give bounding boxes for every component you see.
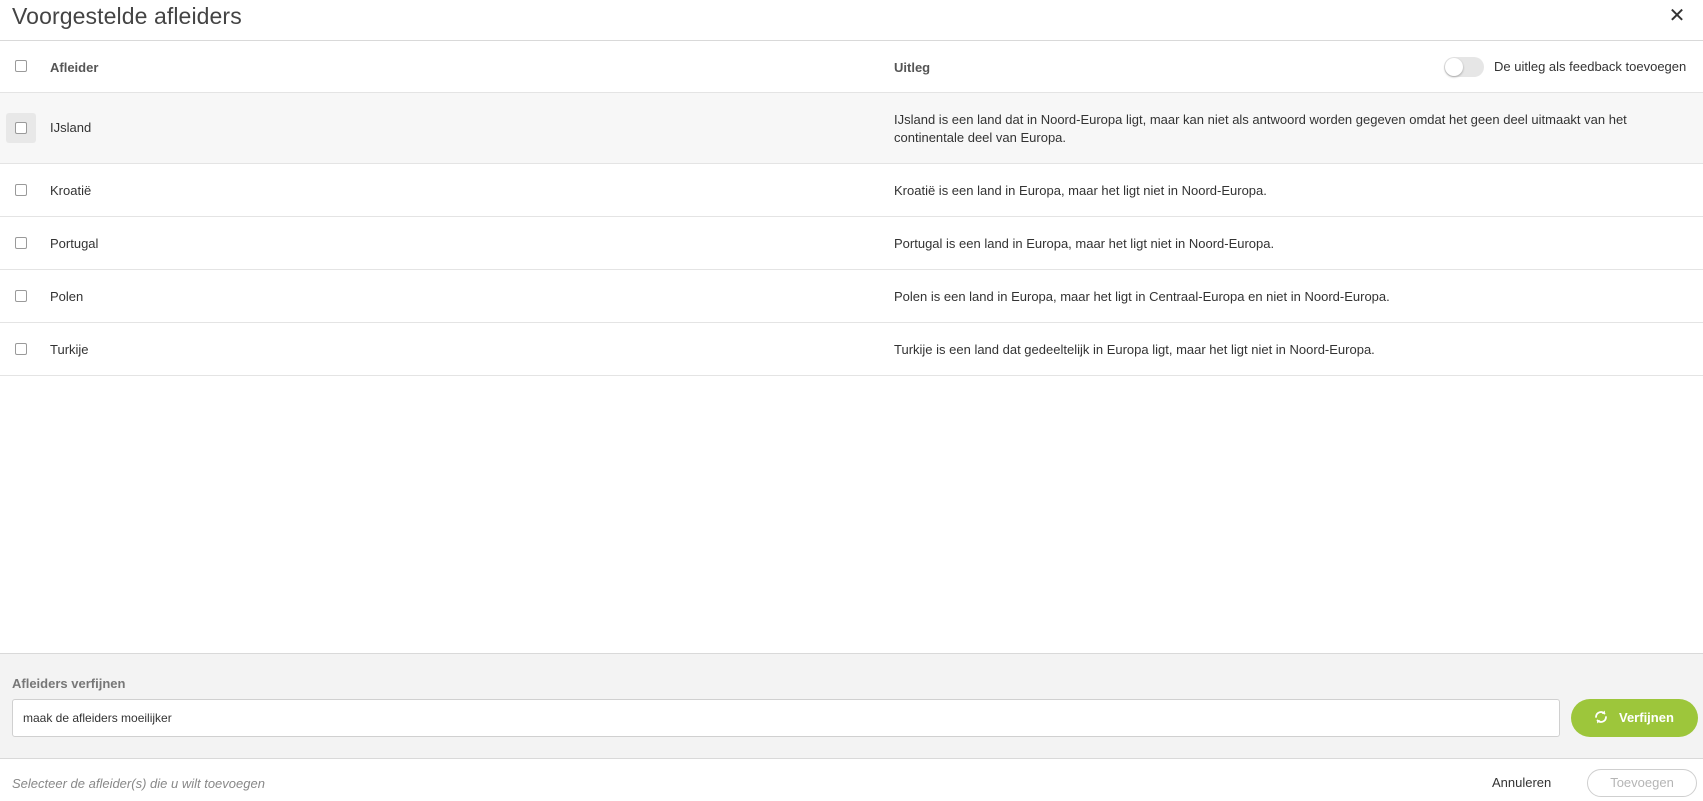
- dialog-title: Voorgestelde afleiders: [12, 3, 242, 29]
- refine-button[interactable]: Verfijnen: [1571, 699, 1698, 737]
- refine-button-label: Verfijnen: [1619, 710, 1674, 725]
- row-checkbox[interactable]: [6, 228, 36, 258]
- distractor-name: Portugal: [50, 236, 99, 251]
- dialog-footer: Selecteer de afleider(s) die u wilt toev…: [0, 758, 1703, 801]
- checkbox-box: [15, 237, 27, 249]
- table-row[interactable]: IJsland IJsland is een land dat in Noord…: [0, 93, 1703, 164]
- distractor-name: Turkije: [50, 342, 89, 357]
- toggle-knob: [1445, 58, 1463, 76]
- distractor-explanation: Portugal is een land in Europa, maar het…: [894, 236, 1275, 251]
- distractor-explanation: Kroatië is een land in Europa, maar het …: [894, 183, 1267, 198]
- distractor-explanation: IJsland is een land dat in Noord-Europa …: [894, 112, 1627, 145]
- row-checkbox[interactable]: [6, 334, 36, 364]
- table-row[interactable]: Portugal Portugal is een land in Europa,…: [0, 217, 1703, 270]
- feedback-toggle[interactable]: [1444, 57, 1484, 77]
- distractor-name: Polen: [50, 289, 84, 304]
- checkbox-box: [15, 122, 27, 134]
- refine-panel: Afleiders verfijnen Verfijnen: [0, 653, 1703, 758]
- distractor-name: Kroatië: [50, 183, 92, 198]
- refine-input[interactable]: [12, 699, 1560, 737]
- checkbox-box: [15, 290, 27, 302]
- checkbox-box: [15, 184, 27, 196]
- row-checkbox[interactable]: [6, 113, 36, 143]
- table-row[interactable]: Turkije Turkije is een land dat gedeelte…: [0, 323, 1703, 376]
- select-all-checkbox[interactable]: [15, 60, 27, 72]
- table-row[interactable]: Kroatië Kroatië is een land in Europa, m…: [0, 164, 1703, 217]
- checkbox-box: [15, 343, 27, 355]
- column-header-explanation: Uitleg: [894, 60, 931, 75]
- distractor-explanation: Polen is een land in Europa, maar het li…: [894, 289, 1390, 304]
- table-header: Afleider Uitleg De uitleg als feedback t…: [0, 41, 1703, 93]
- row-checkbox[interactable]: [6, 175, 36, 205]
- cancel-button[interactable]: Annuleren: [1492, 775, 1551, 790]
- row-checkbox[interactable]: [6, 281, 36, 311]
- table-row[interactable]: Polen Polen is een land in Europa, maar …: [0, 270, 1703, 323]
- refresh-icon: [1595, 710, 1607, 724]
- distractor-explanation: Turkije is een land dat gedeeltelijk in …: [894, 342, 1375, 357]
- column-header-distractor: Afleider: [50, 60, 99, 75]
- footer-hint: Selecteer de afleider(s) die u wilt toev…: [12, 776, 265, 791]
- dialog-header: Voorgestelde afleiders ✕: [0, 0, 1703, 41]
- distractor-name: IJsland: [50, 120, 92, 135]
- feedback-toggle-label: De uitleg als feedback toevoegen: [1494, 59, 1687, 74]
- refine-label: Afleiders verfijnen: [12, 676, 126, 691]
- close-icon[interactable]: ✕: [1665, 4, 1689, 28]
- add-button[interactable]: Toevoegen: [1587, 769, 1697, 797]
